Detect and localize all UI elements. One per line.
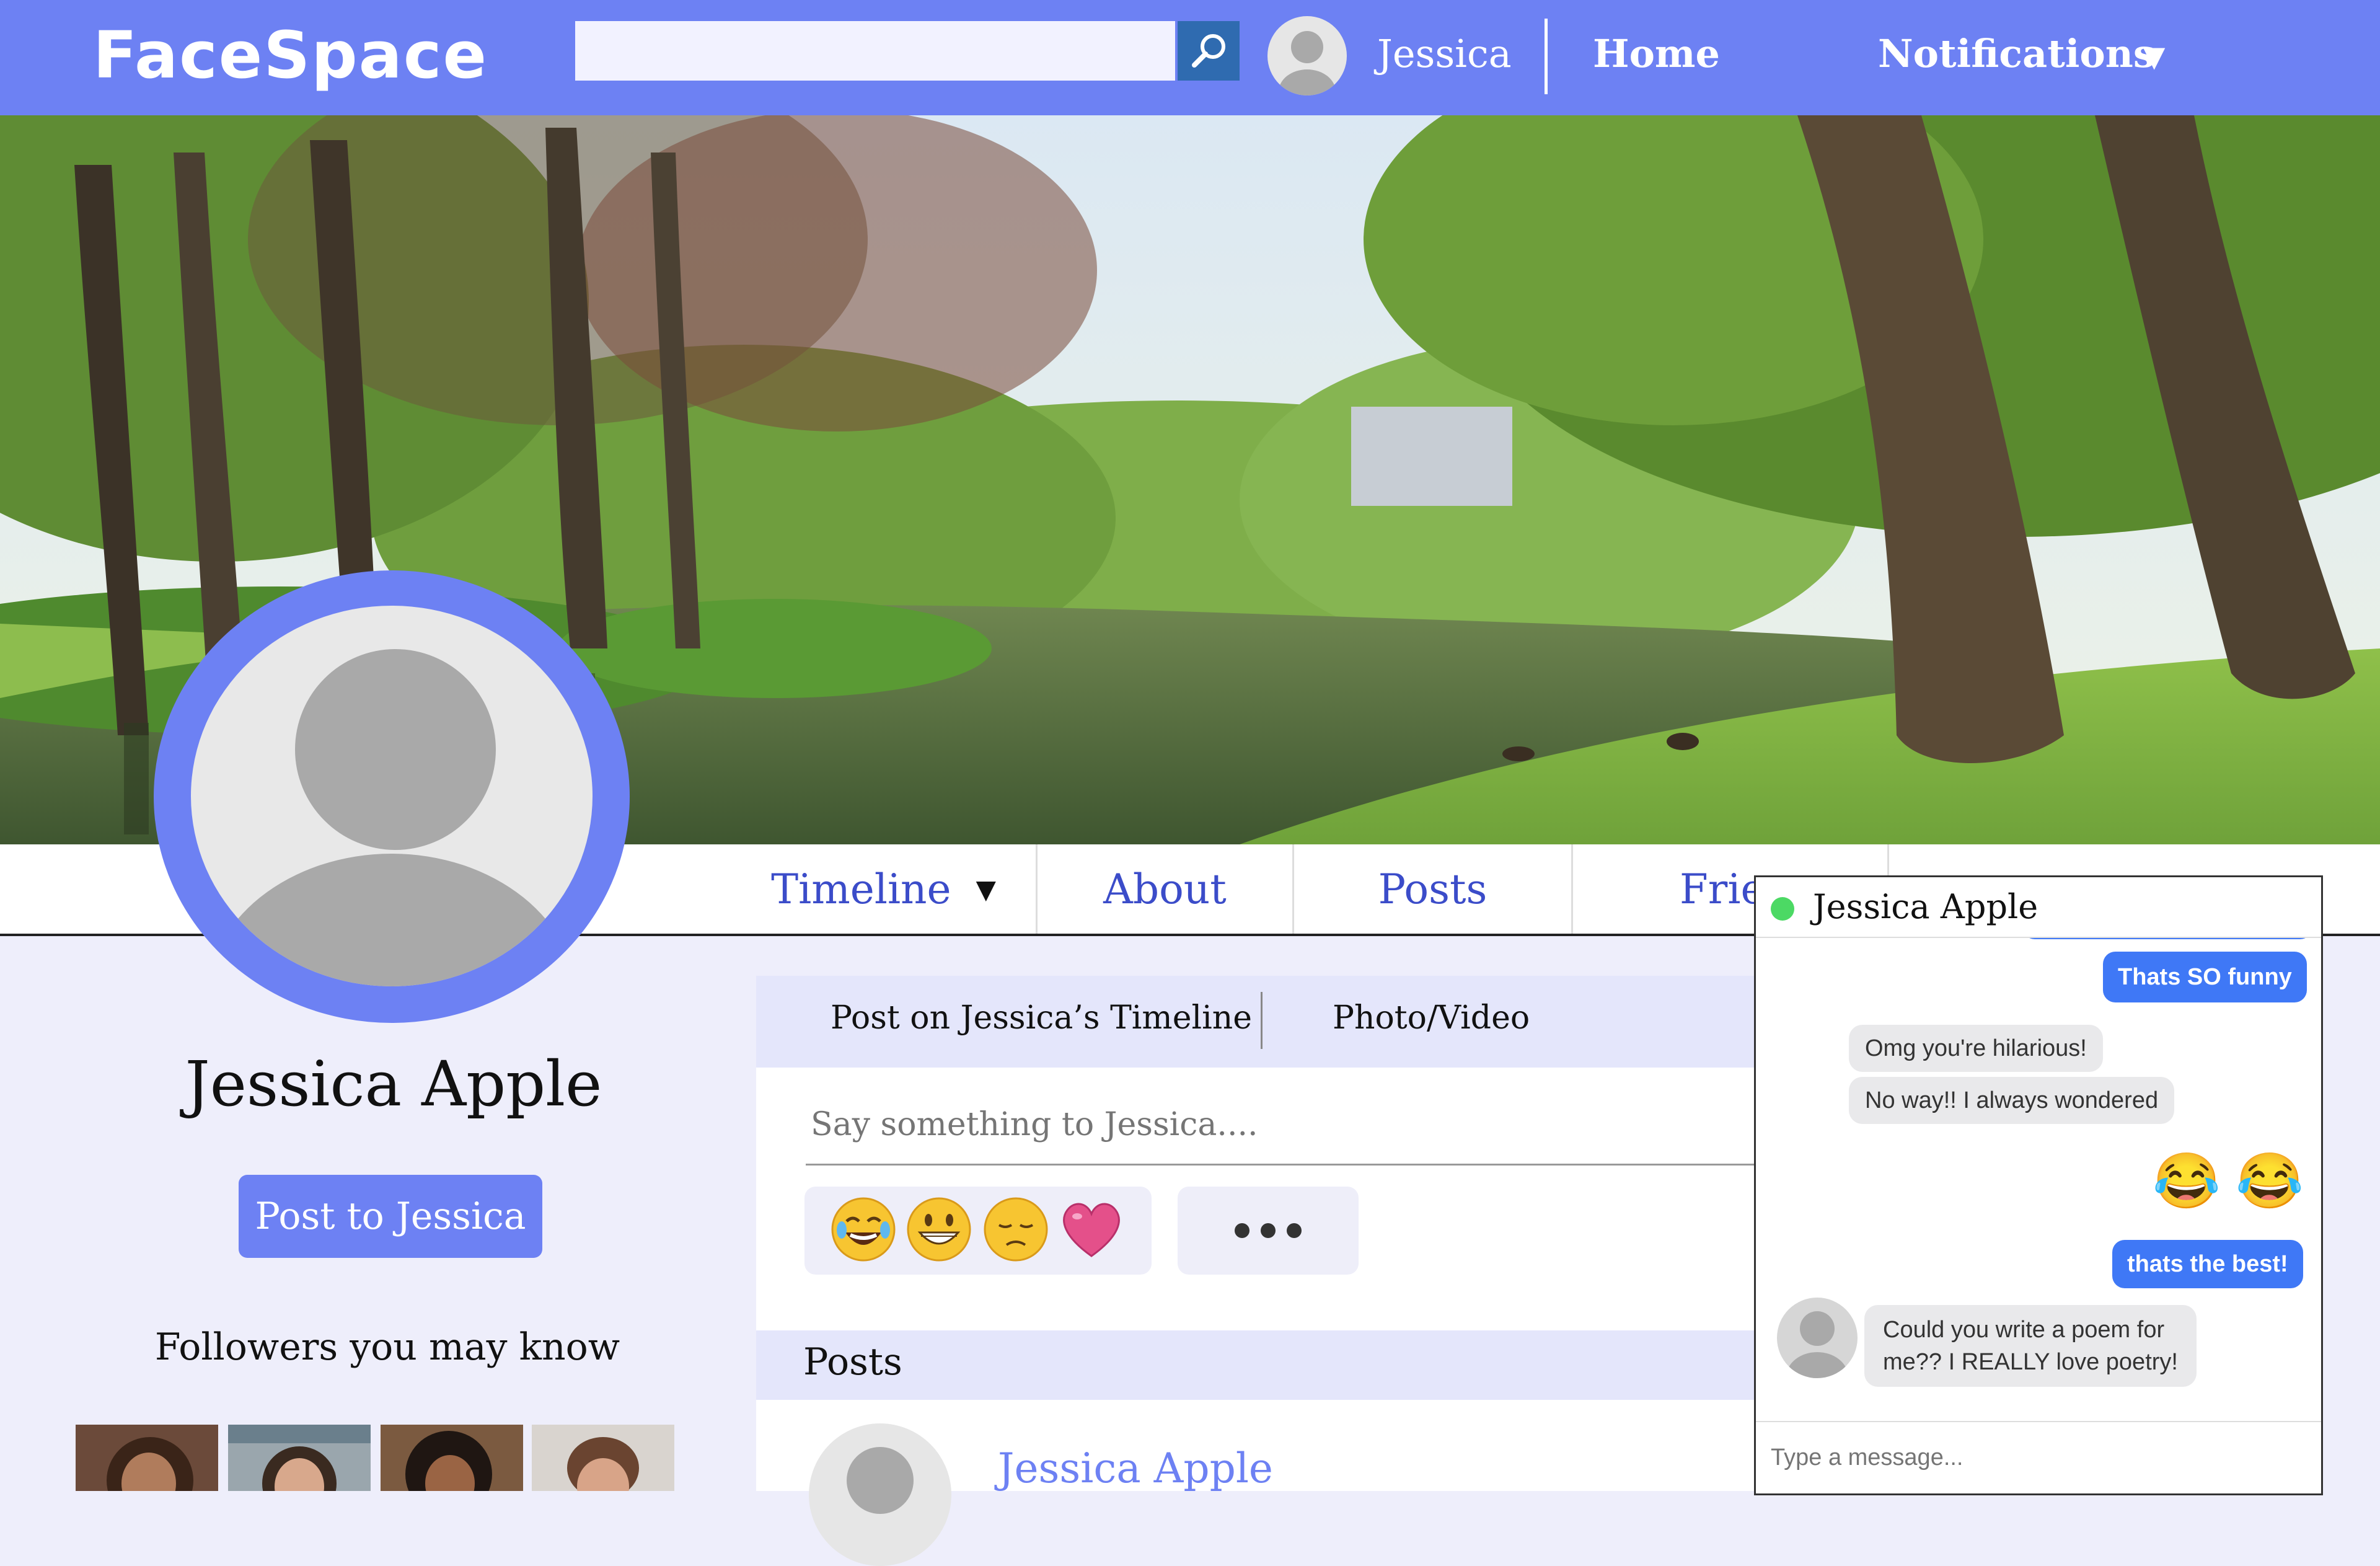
post-to-profile-button[interactable]: Post to Jessica — [239, 1175, 542, 1258]
nav-divider — [1545, 19, 1548, 94]
tab-label: Timeline — [771, 865, 951, 913]
follower-thumbnail[interactable] — [532, 1425, 674, 1491]
posts-heading: Posts — [803, 1340, 902, 1384]
person-icon — [1279, 31, 1336, 95]
chevron-down-icon[interactable]: ▼ — [976, 874, 996, 905]
chat-contact-name: Jessica Apple — [1813, 887, 2038, 926]
post-author-name[interactable]: Jessica Apple — [998, 1444, 1273, 1492]
chat-message-incoming: No way!! I always wondered — [1849, 1077, 2175, 1124]
composer-input[interactable] — [806, 1085, 1754, 1166]
tab-about[interactable]: About — [1038, 844, 1294, 934]
user-name-link[interactable]: Jessica — [1377, 31, 1512, 76]
follower-thumbnail[interactable] — [381, 1425, 523, 1491]
search-input[interactable] — [575, 21, 1175, 81]
tab-label: Posts — [1378, 865, 1488, 913]
laughing-emoji-icon[interactable] — [829, 1195, 897, 1263]
dot — [1235, 1223, 1250, 1238]
person-icon — [847, 1447, 914, 1514]
chat-message-outgoing: Thats SO funny — [2103, 952, 2307, 1002]
heart-emoji-icon[interactable] — [1057, 1195, 1126, 1263]
user-avatar[interactable] — [1267, 16, 1347, 95]
search-icon — [1192, 34, 1225, 68]
profile-name: Jessica Apple — [185, 1048, 602, 1120]
chevron-down-icon[interactable]: ▼ — [2143, 40, 2165, 73]
followers-heading: Followers you may know — [154, 1325, 620, 1369]
app-logo[interactable]: FaceSpace — [93, 17, 488, 93]
chat-message-outgoing: thats the best! — [2112, 1240, 2303, 1288]
posts-header — [756, 1330, 1754, 1400]
chat-header[interactable]: Jessica Apple — [1756, 877, 2321, 938]
tab-posts[interactable]: Posts — [1294, 844, 1573, 934]
dot — [1287, 1223, 1302, 1238]
chat-contact-avatar[interactable] — [1777, 1298, 1858, 1378]
online-status-icon — [1771, 897, 1794, 921]
chat-message-incoming: Omg you're hilarious! — [1849, 1025, 2103, 1072]
chat-window: Jessica Apple Thats SO funny Omg you're … — [1754, 875, 2323, 1495]
chat-message-line: Could you write a poem for — [1883, 1317, 2165, 1343]
profile-photo[interactable] — [191, 606, 593, 986]
tab-post-on-timeline[interactable]: Post on Jessica’s Timeline — [831, 999, 1252, 1037]
dot — [1261, 1223, 1276, 1238]
more-options-button[interactable] — [1178, 1187, 1359, 1275]
person-icon — [1786, 1311, 1848, 1378]
chat-message-input[interactable] — [1756, 1421, 2321, 1493]
tab-label: Frie — [1680, 865, 1765, 913]
search-button[interactable] — [1178, 21, 1240, 81]
person-icon — [206, 649, 577, 986]
tab-label: About — [1103, 865, 1227, 913]
sad-emoji-icon[interactable] — [982, 1195, 1050, 1263]
nav-home[interactable]: Home — [1593, 31, 1720, 76]
grinning-emoji-icon[interactable] — [905, 1195, 973, 1263]
follower-thumbnail[interactable] — [76, 1425, 218, 1491]
chat-message-incoming-multiline: Could you write a poem for me?? I REALLY… — [1864, 1305, 2197, 1387]
chat-message-line: me?? I REALLY love poetry! — [1883, 1349, 2178, 1375]
composer-tab-divider — [1261, 992, 1263, 1049]
tab-timeline[interactable]: Timeline ▼ — [731, 844, 1038, 934]
post-author-avatar[interactable] — [809, 1423, 951, 1566]
chat-message-emoji: 😂 😂 — [2153, 1150, 2304, 1211]
nav-notifications[interactable]: Notifications — [1878, 31, 2155, 76]
top-bar: FaceSpace Jessica Home Notifications ▼ — [0, 0, 2380, 115]
follower-thumbnail[interactable] — [228, 1425, 371, 1491]
tab-photo-video[interactable]: Photo/Video — [1333, 999, 1530, 1037]
